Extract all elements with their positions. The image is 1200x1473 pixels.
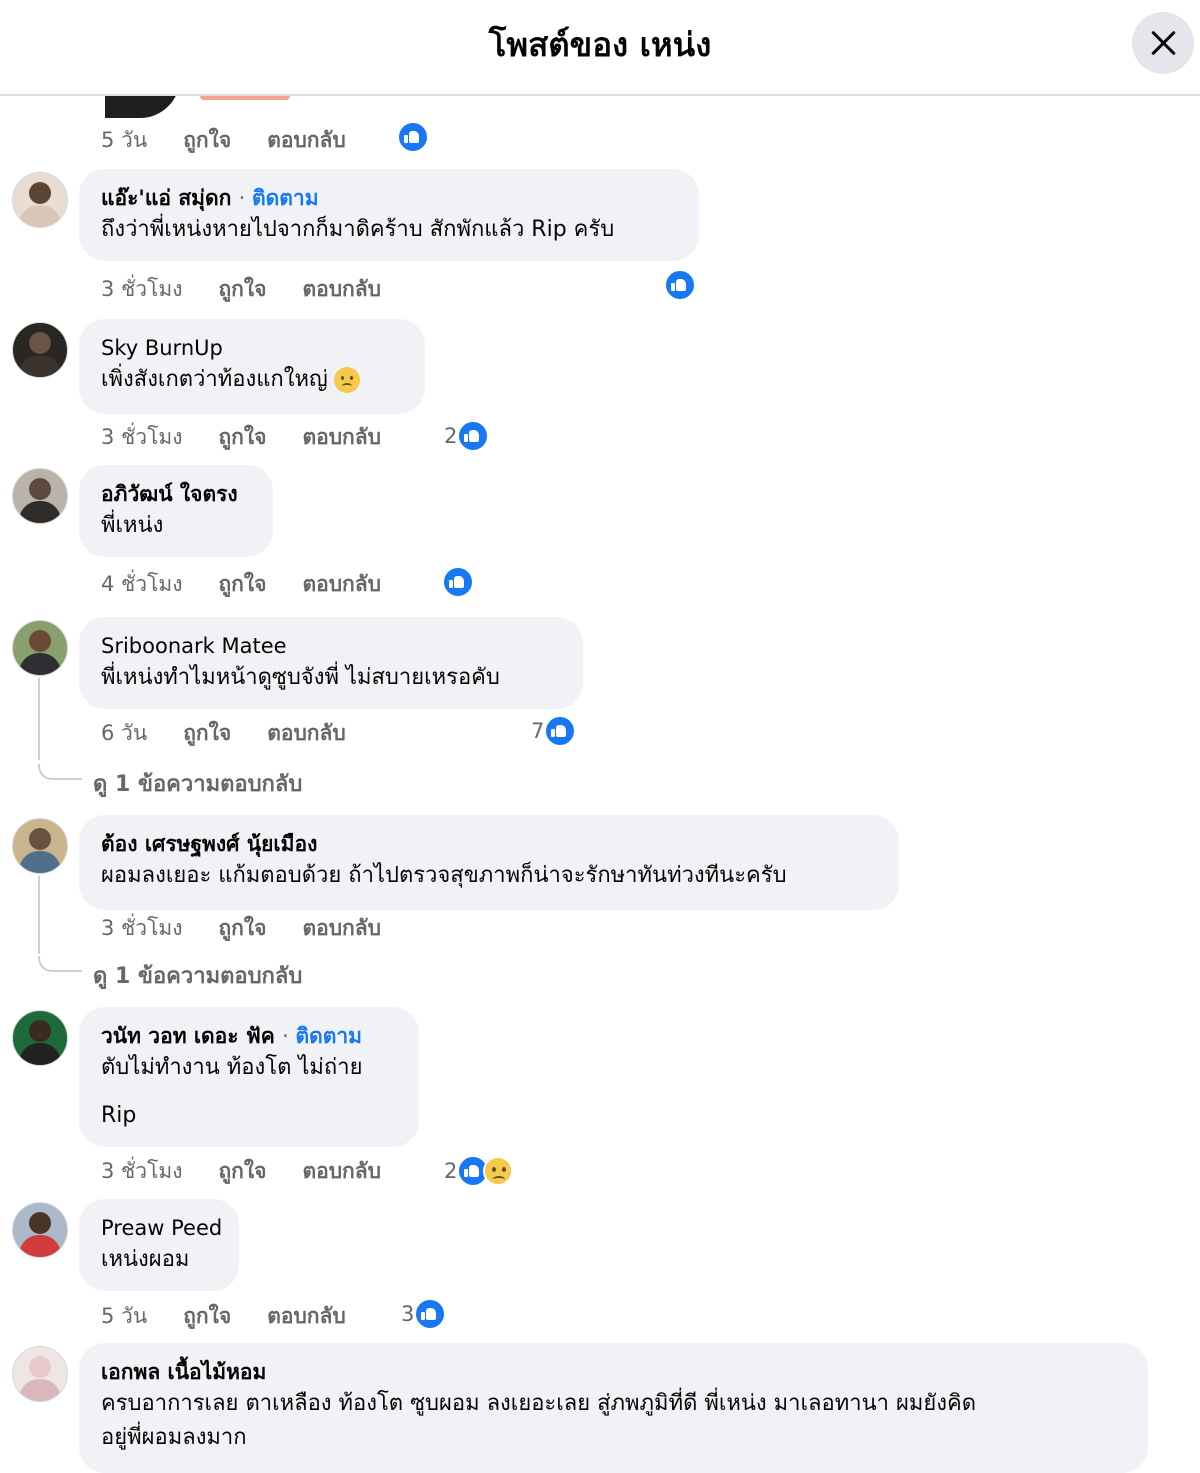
comment-actions: 5 วัน ถูกใจ ตอบกลับ	[101, 1300, 382, 1333]
comment-actions: 4 ชั่วโมง ถูกใจ ตอบกลับ	[101, 568, 417, 601]
comment-text: พี่เหน่งทำไมหน้าดูซูบจังพี่ ไม่สบายเหรอค…	[101, 665, 500, 690]
reply-button[interactable]: ตอบกลับ	[302, 425, 381, 449]
comment-text: พี่เหน่ง	[101, 513, 164, 538]
comment-bubble: อภิวัฒน์ ใจตรง พี่เหน่ง	[79, 465, 273, 557]
dialog-header: โพสต์ของ เหน่ง	[0, 0, 1200, 96]
avatar[interactable]	[12, 1346, 68, 1402]
reaction-summary[interactable]: 3	[401, 1298, 447, 1330]
avatar[interactable]	[12, 1010, 68, 1066]
follow-link[interactable]: ติดตาม	[295, 1024, 362, 1048]
thread-connector	[38, 956, 82, 972]
comment-text: ถึงว่าพี่เหน่งหายไปจากก็มาดิคร้าบ สักพัก…	[101, 217, 615, 242]
reply-button[interactable]: ตอบกลับ	[302, 572, 381, 596]
reply-button[interactable]: ตอบกลับ	[267, 1304, 346, 1328]
comment-time[interactable]: 5 วัน	[101, 128, 147, 152]
comment-bubble: Sriboonark Matee พี่เหน่งทำไมหน้าดูซูบจั…	[79, 617, 583, 709]
thread-connector	[38, 764, 82, 780]
like-button[interactable]: ถูกใจ	[218, 425, 266, 449]
follow-link[interactable]: ติดตาม	[252, 186, 319, 210]
avatar[interactable]	[12, 818, 68, 874]
comment-text-continued: อยู่พี่ผอมลงมาก	[101, 1425, 247, 1450]
comment-bubble: Sky BurnUp เพิ่งสังเกตว่าท้องแกใหญ่	[79, 319, 425, 414]
like-icon	[397, 121, 429, 153]
comment-author[interactable]: ต้อง เศรษฐพงศ์ นุ้ยเมือง	[101, 829, 877, 859]
like-button[interactable]: ถูกใจ	[183, 1304, 231, 1328]
comment-text-line2: Rip	[101, 1103, 137, 1128]
like-button[interactable]: ถูกใจ	[218, 277, 266, 301]
avatar[interactable]	[12, 1202, 68, 1258]
comment-author[interactable]: แอ๊ะ'แอ่ สมุ่ดก	[101, 186, 231, 210]
reaction-summary[interactable]: 2	[444, 1155, 514, 1187]
comment-bubble: ต้อง เศรษฐพงศ์ นุ้ยเมือง ผอมลงเยอะ แก้มต…	[79, 815, 899, 910]
comment-text: เพิ่งสังเกตว่าท้องแกใหญ่	[101, 363, 403, 397]
thread-line	[38, 678, 40, 760]
reply-button[interactable]: ตอบกลับ	[267, 721, 346, 745]
view-replies-link[interactable]: ดู 1 ข้อความตอบกลับ	[93, 766, 302, 801]
comment-actions: 3 ชั่วโมง ถูกใจ ตอบกลับ	[101, 421, 417, 454]
comment-author[interactable]: Preaw Peed	[101, 1213, 222, 1243]
comment-bubble: เอกพล เนื้อไม้หอม ครบอาการเลย ตาเหลือง ท…	[79, 1343, 1148, 1473]
sad-emoji-icon	[333, 367, 360, 393]
comment-text: ผอมลงเยอะ แก้มตอบด้วย ถ้าไปตรวจสุขภาพก็น…	[101, 863, 787, 888]
like-button[interactable]: ถูกใจ	[218, 916, 266, 940]
like-button[interactable]: ถูกใจ	[218, 572, 266, 596]
comment-time[interactable]: 6 วัน	[101, 721, 147, 745]
comment-time[interactable]: 3 ชั่วโมง	[101, 425, 182, 449]
comment-text: เหน่งผอม	[101, 1247, 190, 1272]
avatar[interactable]	[12, 468, 68, 524]
comment-text: ตับไม่ทำงาน ท้องโต ไม่ถ่าย	[101, 1055, 363, 1080]
avatar[interactable]	[12, 620, 68, 676]
reaction-summary[interactable]	[442, 566, 474, 598]
avatar[interactable]	[12, 322, 68, 378]
comment-author[interactable]: Sky BurnUp	[101, 333, 403, 363]
like-icon	[544, 715, 577, 747]
comment-time[interactable]: 5 วัน	[101, 1304, 147, 1328]
reaction-summary[interactable]	[397, 121, 429, 153]
comment-actions: 3 ชั่วโมง ถูกใจ ตอบกลับ	[101, 273, 417, 306]
reply-button[interactable]: ตอบกลับ	[302, 916, 381, 940]
comment-bubble: วนัท วอท เดอะ ฟัค · ติดตาม ตับไม่ทำงาน ท…	[79, 1007, 419, 1147]
comment-author[interactable]: อภิวัฒน์ ใจตรง	[101, 479, 251, 509]
reaction-summary[interactable]	[664, 269, 696, 301]
like-button[interactable]: ถูกใจ	[183, 721, 231, 745]
comment-text: ครบอาการเลย ตาเหลือง ท้องโต ซูบผอม ลงเยอ…	[101, 1391, 976, 1416]
close-icon[interactable]	[1132, 12, 1194, 74]
like-icon	[442, 566, 474, 598]
like-button[interactable]: ถูกใจ	[183, 128, 231, 152]
comment-time[interactable]: 4 ชั่วโมง	[101, 572, 182, 596]
reaction-summary[interactable]: 7	[531, 715, 577, 747]
reply-button[interactable]: ตอบกลับ	[302, 1159, 381, 1183]
comment-author-line: แอ๊ะ'แอ่ สมุ่ดก · ติดตาม	[101, 186, 319, 210]
comment-actions: 3 ชั่วโมง ถูกใจ ตอบกลับ	[101, 1155, 417, 1188]
comment-actions: 3 ชั่วโมง ถูกใจ ตอบกลับ	[101, 912, 417, 945]
reaction-summary[interactable]: 2	[444, 420, 490, 452]
like-button[interactable]: ถูกใจ	[218, 1159, 266, 1183]
comment-actions: 6 วัน ถูกใจ ตอบกลับ	[101, 717, 382, 750]
reaction-count: 2	[444, 424, 458, 448]
dialog-title: โพสต์ของ เหน่ง	[488, 25, 712, 64]
comment-author[interactable]: วนัท วอท เดอะ ฟัค	[101, 1024, 275, 1048]
like-icon	[414, 1298, 447, 1330]
reaction-count: 2	[444, 1159, 458, 1183]
avatar[interactable]	[12, 172, 68, 228]
reaction-count: 7	[531, 719, 545, 743]
reply-button[interactable]: ตอบกลับ	[267, 128, 346, 152]
comment-time[interactable]: 3 ชั่วโมง	[101, 916, 182, 940]
reaction-count: 3	[401, 1302, 415, 1326]
sad-reaction-icon	[483, 1156, 514, 1186]
comment-author-line: วนัท วอท เดอะ ฟัค · ติดตาม	[101, 1024, 363, 1048]
reply-button[interactable]: ตอบกลับ	[302, 277, 381, 301]
like-icon	[457, 420, 490, 452]
comment-author[interactable]: Sriboonark Matee	[101, 631, 561, 661]
like-icon	[664, 269, 696, 301]
comment-time[interactable]: 3 ชั่วโมง	[101, 277, 182, 301]
post-image-bottom	[105, 94, 305, 120]
comment-time[interactable]: 3 ชั่วโมง	[101, 1159, 182, 1183]
comment-bubble: แอ๊ะ'แอ่ สมุ่ดก · ติดตาม ถึงว่าพี่เหน่งห…	[79, 169, 699, 261]
thread-line	[38, 876, 40, 954]
comment-actions: 5 วัน ถูกใจ ตอบกลับ	[101, 124, 382, 157]
comment-author[interactable]: เอกพล เนื้อไม้หอม	[101, 1357, 1126, 1387]
view-replies-link[interactable]: ดู 1 ข้อความตอบกลับ	[93, 958, 302, 993]
comment-bubble: Preaw Peed เหน่งผอม	[79, 1199, 239, 1291]
